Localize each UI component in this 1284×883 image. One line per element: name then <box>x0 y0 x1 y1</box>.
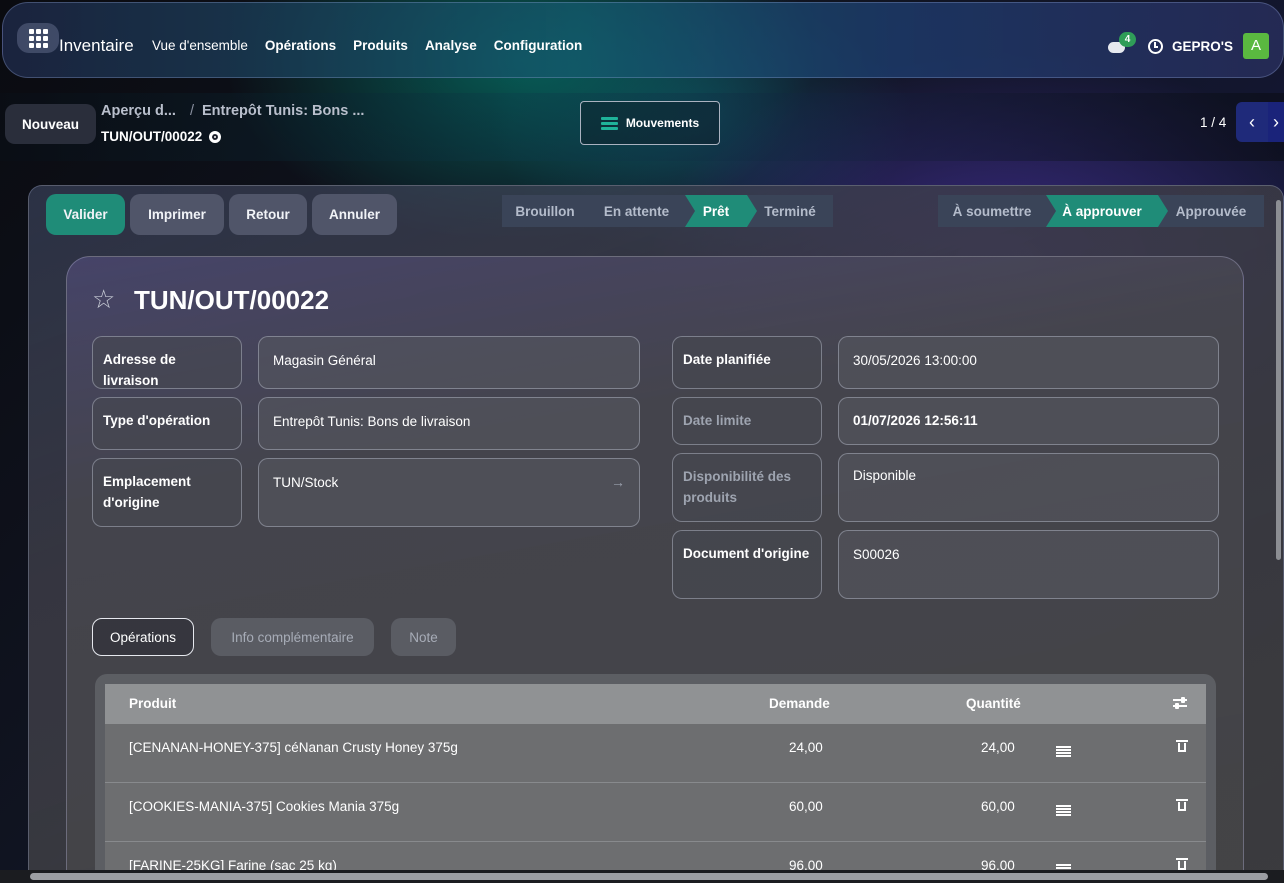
row-demand: 60,00 <box>789 799 823 814</box>
scheduled-date-field[interactable]: 30/05/2026 13:00:00 <box>838 336 1219 389</box>
trash-icon[interactable] <box>1176 858 1188 870</box>
new-button[interactable]: Nouveau <box>5 104 96 144</box>
approval-to-approve[interactable]: À approuver <box>1046 195 1168 227</box>
grid-icon <box>28 28 48 48</box>
row-product: [CENANAN-HONEY-375] céNanan Crusty Honey… <box>129 740 458 755</box>
breadcrumb-item-overview[interactable]: Aperçu d... <box>101 103 176 119</box>
arrow-right-icon[interactable]: → <box>611 473 625 492</box>
cancel-button[interactable]: Annuler <box>312 194 397 235</box>
menu-item-operations[interactable]: Opérations <box>265 38 336 53</box>
row-quantity[interactable]: 60,00 <box>981 799 1015 814</box>
details-icon[interactable] <box>1056 805 1071 816</box>
validate-button[interactable]: Valider <box>46 194 125 235</box>
operation-type-label: Type d'opération <box>92 397 242 450</box>
row-demand: 24,00 <box>789 740 823 755</box>
list-icon <box>600 116 618 130</box>
page-title: TUN/OUT/00022 <box>134 285 330 315</box>
avatar[interactable]: A <box>1243 33 1269 59</box>
origin-field[interactable]: S00026 <box>838 530 1219 599</box>
app-brand[interactable]: Inventaire <box>59 36 134 56</box>
origin-label: Document d'origine <box>672 530 822 599</box>
delivery-address-label: Adresse de livraison <box>92 336 242 389</box>
company-switcher[interactable]: GEPRO'S <box>1172 39 1233 54</box>
column-product[interactable]: Produit <box>129 696 176 711</box>
details-icon[interactable] <box>1056 746 1071 757</box>
tab-operations[interactable]: Opérations <box>92 618 194 656</box>
tab-note[interactable]: Note <box>391 618 456 656</box>
sliders-icon[interactable] <box>1173 697 1187 709</box>
approval-approved[interactable]: Approuvée <box>1158 195 1264 227</box>
column-quantity[interactable]: Quantité <box>966 696 1021 711</box>
record-name-text: TUN/OUT/00022 <box>101 129 203 144</box>
chat-badge: 4 <box>1119 32 1137 47</box>
menu-item-analysis[interactable]: Analyse <box>425 38 477 53</box>
status-bar: Brouillon En attente Prêt Terminé <box>502 195 833 227</box>
column-demand[interactable]: Demande <box>769 696 830 711</box>
breadcrumb: Aperçu d... / Entrepôt Tunis: Bons ... <box>101 103 364 119</box>
moves-button[interactable]: Mouvements <box>580 101 720 145</box>
main-menu: Vue d'ensemble Opérations Produits Analy… <box>152 38 599 53</box>
table-row[interactable]: [CENANAN-HONEY-375] céNanan Crusty Honey… <box>105 724 1206 783</box>
menu-item-overview[interactable]: Vue d'ensemble <box>152 38 248 53</box>
status-draft[interactable]: Brouillon <box>502 195 598 227</box>
pager-previous-button[interactable]: ‹ <box>1236 102 1268 142</box>
chat-icon[interactable]: 4 <box>1108 32 1137 54</box>
scheduled-date-label: Date planifiée <box>672 336 822 389</box>
menu-item-products[interactable]: Produits <box>353 38 408 53</box>
row-product: [COOKIES-MANIA-375] Cookies Mania 375g <box>129 799 400 814</box>
return-button[interactable]: Retour <box>229 194 307 235</box>
print-button[interactable]: Imprimer <box>130 194 224 235</box>
availability-field: Disponible <box>838 453 1219 522</box>
deadline-field[interactable]: 01/07/2026 12:56:11 <box>838 397 1219 445</box>
table-header: Produit Demande Quantité <box>105 684 1206 724</box>
top-navbar: Inventaire Vue d'ensemble Opérations Pro… <box>2 2 1284 78</box>
approval-status-bar: À soumettre À approuver Approuvée <box>938 195 1264 227</box>
breadcrumb-separator: / <box>189 103 194 119</box>
navbar-systray: 4 GEPRO'S A <box>1108 32 1269 59</box>
pager-next-button[interactable]: › <box>1268 102 1284 142</box>
status-waiting[interactable]: En attente <box>588 195 695 227</box>
status-done[interactable]: Terminé <box>747 195 833 227</box>
source-location-label: Emplacement d'origine <box>92 458 242 527</box>
star-icon[interactable]: ☆ <box>92 286 115 312</box>
pager-value[interactable]: 1 / 4 <box>1200 115 1226 130</box>
tab-extra-info[interactable]: Info complémentaire <box>211 618 374 656</box>
delivery-address-field[interactable]: Magasin Général <box>258 336 640 389</box>
menu-item-configuration[interactable]: Configuration <box>494 38 582 53</box>
moves-button-label: Mouvements <box>625 116 700 130</box>
source-location-field[interactable]: TUN/Stock → <box>258 458 640 527</box>
gear-icon[interactable] <box>209 130 222 143</box>
table-row[interactable]: [COOKIES-MANIA-375] Cookies Mania 375g 6… <box>105 783 1206 842</box>
chevron-right-icon: › <box>1273 111 1279 132</box>
clock-icon[interactable] <box>1148 38 1164 54</box>
trash-icon[interactable] <box>1176 799 1188 811</box>
row-quantity[interactable]: 24,00 <box>981 740 1015 755</box>
trash-icon[interactable] <box>1176 740 1188 752</box>
chevron-left-icon: ‹ <box>1249 111 1255 132</box>
horizontal-scrollbar-thumb[interactable] <box>30 873 1268 880</box>
availability-label: Disponibilité des produits <box>672 453 822 522</box>
approval-to-submit[interactable]: À soumettre <box>938 195 1056 227</box>
record-name: TUN/OUT/00022 <box>101 129 222 144</box>
breadcrumb-item-delivery[interactable]: Entrepôt Tunis: Bons ... <box>202 103 364 119</box>
vertical-scrollbar-thumb[interactable] <box>1276 200 1281 560</box>
operation-type-field[interactable]: Entrepôt Tunis: Bons de livraison <box>258 397 640 450</box>
apps-menu-button[interactable] <box>17 23 59 53</box>
deadline-label: Date limite <box>672 397 822 445</box>
source-location-value: TUN/Stock <box>273 475 339 490</box>
